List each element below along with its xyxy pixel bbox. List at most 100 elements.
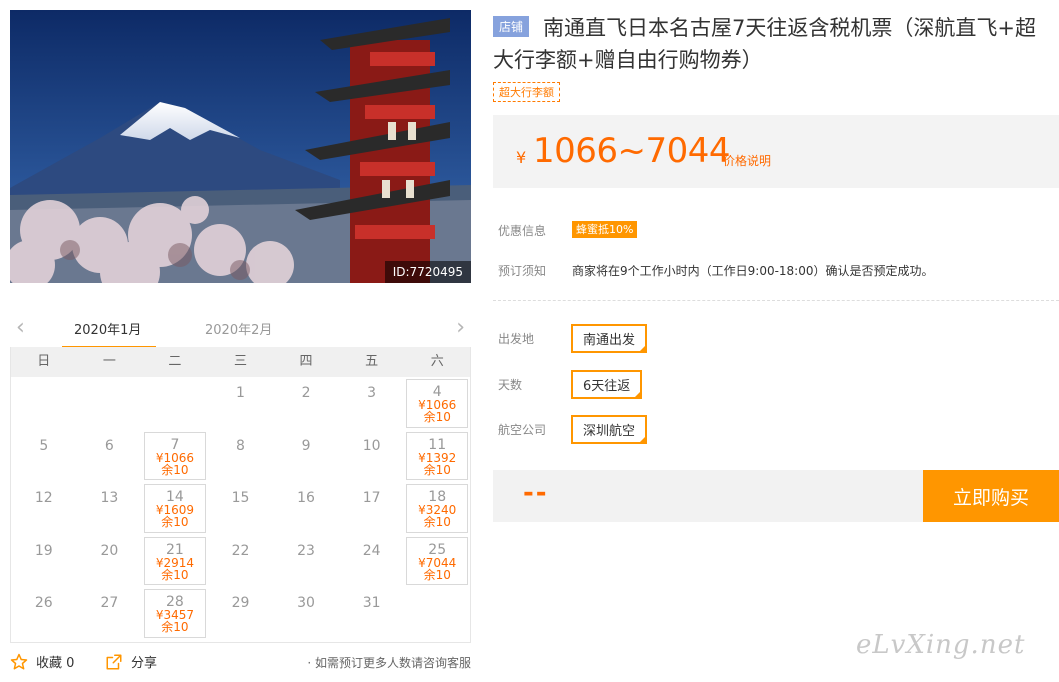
day-number: 10 <box>362 437 381 454</box>
tab-month-2020-02[interactable]: 2020年2月 <box>205 319 272 338</box>
shop-badge: 店铺 <box>493 16 530 37</box>
day-number: 13 <box>100 490 119 506</box>
tab-month-2020-01[interactable]: 2020年1月 <box>74 319 141 338</box>
day-number: 30 <box>297 595 315 611</box>
calendar-day: 23 <box>275 537 337 586</box>
calendar-day: 3 <box>341 379 403 428</box>
weekday-label: 二 <box>168 354 182 369</box>
day-number: 5 <box>39 437 49 454</box>
day-number: 1 <box>236 385 245 401</box>
share-icon <box>106 654 122 669</box>
notice-label: 预订须知 <box>498 264 547 278</box>
day-number: 28 <box>166 594 184 610</box>
next-month-icon[interactable]: › <box>456 317 465 339</box>
days-label: 天数 <box>498 378 523 392</box>
day-price: ¥2914 <box>155 555 195 570</box>
calendar-day-available[interactable]: 4 ¥1066 余10 <box>406 379 468 428</box>
fuji-pagoda-illustration <box>10 10 471 283</box>
day-number: 31 <box>362 595 381 611</box>
calendar-empty-cell <box>79 379 141 428</box>
weekday-label: 六 <box>430 354 444 369</box>
calendar-day: 6 <box>79 432 141 481</box>
weekday-label: 一 <box>102 354 116 369</box>
calendar-day: 20 <box>79 537 141 586</box>
day-number: 15 <box>231 490 250 506</box>
calendar-day: 12 <box>13 484 75 533</box>
day-number: 25 <box>428 541 447 558</box>
calendar-day: 29 <box>210 589 272 638</box>
calendar-month-nav: ‹ 2020年1月 2020年2月 › <box>10 313 471 349</box>
share-label: 分享 <box>131 656 158 671</box>
calendar-day: 31 <box>341 589 403 638</box>
section-divider <box>493 300 1059 301</box>
price-calendar: 日 一 二 三 四 五 六 1 2 3 4 ¥1066 余10 5 6 7 ¥1066 余10 8 9 1… <box>10 347 471 643</box>
day-number: 3 <box>367 385 377 401</box>
calendar-day: 30 <box>275 589 337 638</box>
day-number: 2 <box>301 385 311 401</box>
day-number: 14 <box>166 489 184 505</box>
calendar-day-available[interactable]: 25 ¥7044 余10 <box>406 536 468 585</box>
product-title: 南通直飞日本名古屋7天往返含税机票（深航直飞+超大行李额+赠自由行购物券） <box>493 16 1036 72</box>
day-number: 9 <box>301 437 311 454</box>
calendar-day: 27 <box>79 589 141 638</box>
day-stock: 余10 <box>423 410 451 424</box>
departure-option[interactable]: 南通出发 <box>571 324 648 353</box>
promo-label: 优惠信息 <box>498 224 547 238</box>
calendar-day: 16 <box>275 484 337 533</box>
calendar-weekday-header: 日 一 二 三 四 五 六 <box>11 347 470 377</box>
calendar-days: 1 2 3 4 ¥1066 余10 5 6 7 ¥1066 余10 8 9 10 11 ¥1392 余10 12 1… <box>11 377 470 642</box>
day-number: 23 <box>297 542 315 559</box>
favorite-button[interactable]: 收藏 0 <box>10 652 74 671</box>
day-number: 29 <box>231 595 250 611</box>
favorite-label: 收藏 0 <box>36 656 75 671</box>
day-number: 4 <box>432 384 442 400</box>
calendar-day: 22 <box>210 537 272 586</box>
booking-note: · 如需预订更多人数请咨询客服 <box>307 656 471 670</box>
calendar-day: 17 <box>341 484 403 533</box>
promo-value-wrap: 蜂蜜抵10% <box>572 221 638 238</box>
day-stock: 余10 <box>423 462 451 477</box>
calendar-day-available[interactable]: 28 ¥3457 余10 <box>144 589 206 638</box>
weekday-label: 日 <box>37 354 51 369</box>
calendar-day-available[interactable]: 11 ¥1392 余10 <box>406 431 468 480</box>
share-button[interactable]: 分享 <box>105 652 157 671</box>
calendar-empty-cell <box>144 379 206 428</box>
day-stock: 余10 <box>161 515 189 529</box>
notice-value: 商家将在9个工作小时内（工作日9:00-18:00）确认是否预定成功。 <box>572 264 934 278</box>
day-number: 27 <box>100 595 119 611</box>
star-icon <box>10 653 28 669</box>
calendar-day: 5 <box>13 432 75 481</box>
calendar-day: 19 <box>13 537 75 586</box>
day-number: 17 <box>362 490 381 506</box>
day-stock: 余10 <box>161 620 189 634</box>
departure-label: 出发地 <box>498 332 535 346</box>
day-number: 26 <box>34 595 53 611</box>
day-price: ¥1392 <box>418 450 457 465</box>
calendar-day-available[interactable]: 18 ¥3240 余10 <box>406 484 468 533</box>
day-number: 18 <box>428 489 447 505</box>
days-option[interactable]: 6天往返 <box>571 370 643 399</box>
calendar-day-available[interactable]: 14 ¥1609 余10 <box>144 484 206 533</box>
day-number: 19 <box>34 542 53 559</box>
airline-option[interactable]: 深圳航空 <box>571 415 648 444</box>
price-range: 1066~7044 <box>533 131 731 171</box>
day-number: 12 <box>34 490 53 506</box>
day-number: 8 <box>236 437 245 454</box>
day-number: 7 <box>170 436 180 453</box>
calendar-day: 24 <box>341 537 403 586</box>
price-panel: ¥ 1066~7044 价格说明 <box>493 115 1059 188</box>
feature-tag: 超大行李额 <box>493 82 560 102</box>
prev-month-icon[interactable]: ‹ <box>16 317 25 339</box>
weekday-label: 五 <box>365 354 379 369</box>
promo-badge: 蜂蜜抵10% <box>572 221 638 238</box>
calendar-day-available[interactable]: 21 ¥2914 余10 <box>144 536 206 585</box>
day-stock: 余10 <box>423 567 451 582</box>
day-number: 24 <box>362 542 381 559</box>
calendar-day-available[interactable]: 7 ¥1066 余10 <box>144 431 206 480</box>
price-explanation-link[interactable]: 价格说明 <box>723 152 771 169</box>
day-number: 21 <box>166 541 184 558</box>
image-id-label: ID:7720495 <box>384 261 471 283</box>
buy-now-button[interactable]: 立即购买 <box>923 470 1059 522</box>
site-watermark: eLvXing.net <box>856 630 1026 660</box>
calendar-day: 2 <box>275 379 337 428</box>
